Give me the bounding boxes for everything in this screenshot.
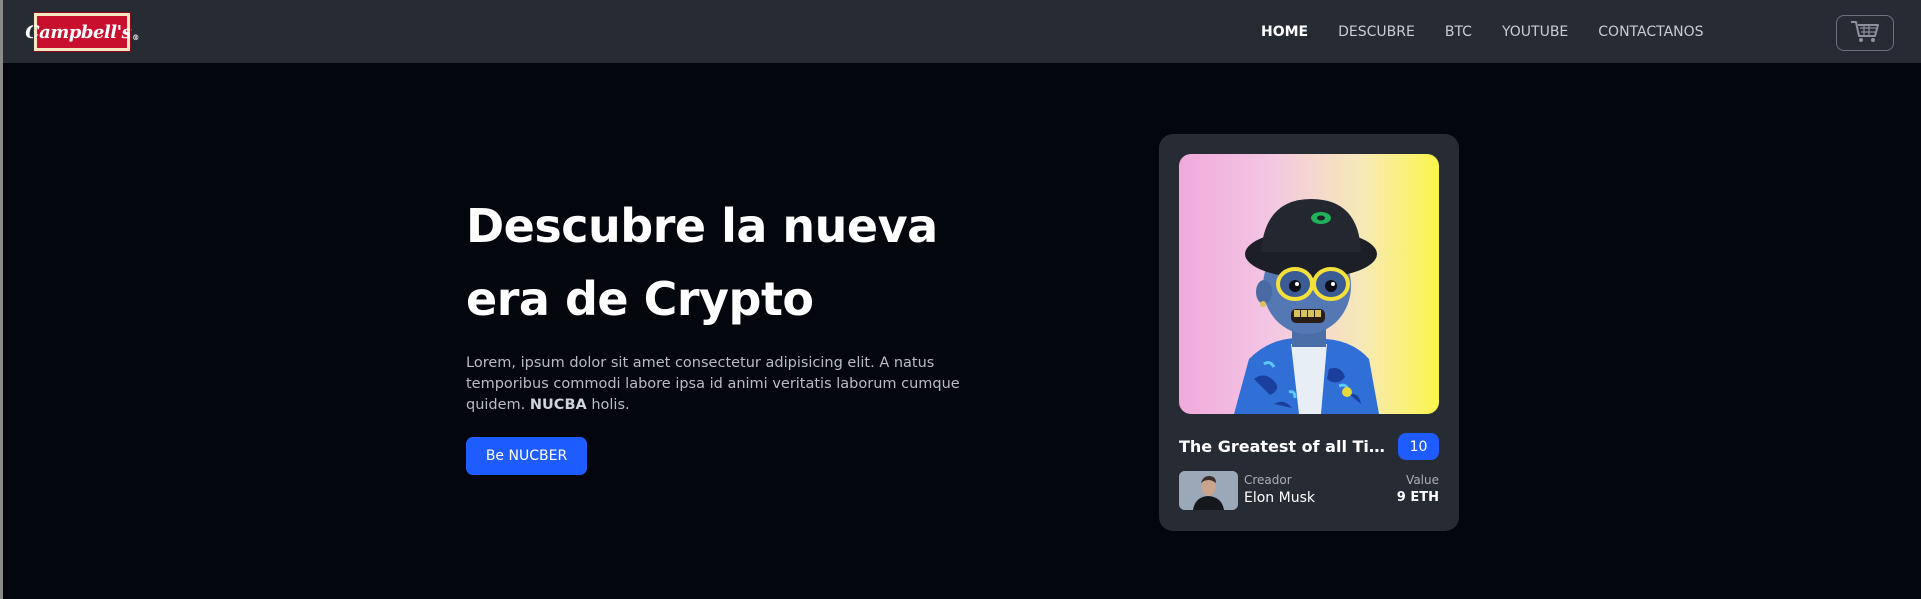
be-nucber-button[interactable]: Be NUCBER <box>466 437 587 475</box>
registered-mark: ® <box>132 33 139 42</box>
nav-youtube[interactable]: YOUTUBE <box>1502 22 1568 42</box>
creator-label: Creador <box>1244 473 1292 487</box>
hero-title: Descubre la nueva era de Crypto <box>466 190 986 336</box>
hero-title-line1: Descubre la nueva <box>466 199 938 253</box>
nav-home[interactable]: HOME <box>1261 22 1308 42</box>
value-label: Value <box>1406 473 1439 487</box>
creator-avatar <box>1179 471 1238 510</box>
main-nav: HOME DESCUBRE BTC YOUTUBE CONTACTANOS <box>1261 22 1734 42</box>
nft-card[interactable]: The Greatest of all Time ... 10 Creador … <box>1159 134 1459 531</box>
cart-icon <box>1850 20 1880 47</box>
brand-logo[interactable]: Campbell's ® <box>25 12 139 52</box>
nav-btc[interactable]: BTC <box>1445 22 1472 42</box>
nav-descubre[interactable]: DESCUBRE <box>1338 22 1415 42</box>
nft-artwork <box>1179 154 1439 414</box>
hero-description: Lorem, ipsum dolor sit amet consectetur … <box>466 353 966 416</box>
hero-text-end: holis. <box>586 397 630 413</box>
nft-count-badge: 10 <box>1398 433 1439 460</box>
window-edge <box>0 0 3 599</box>
nav-contactanos[interactable]: CONTACTANOS <box>1598 22 1703 42</box>
logo-text: Campbell's <box>25 21 132 43</box>
nft-title: The Greatest of all Time ... <box>1179 437 1389 456</box>
creator-name: Elon Musk <box>1244 490 1315 506</box>
hero-text-bold: NUCBA <box>529 397 587 413</box>
hero-title-line2: era de Crypto <box>466 272 814 326</box>
navbar: Campbell's ® HOME DESCUBRE BTC YOUTUBE C… <box>3 0 1921 63</box>
cart-button[interactable] <box>1836 15 1894 51</box>
value-amount: 9 ETH <box>1396 490 1439 505</box>
